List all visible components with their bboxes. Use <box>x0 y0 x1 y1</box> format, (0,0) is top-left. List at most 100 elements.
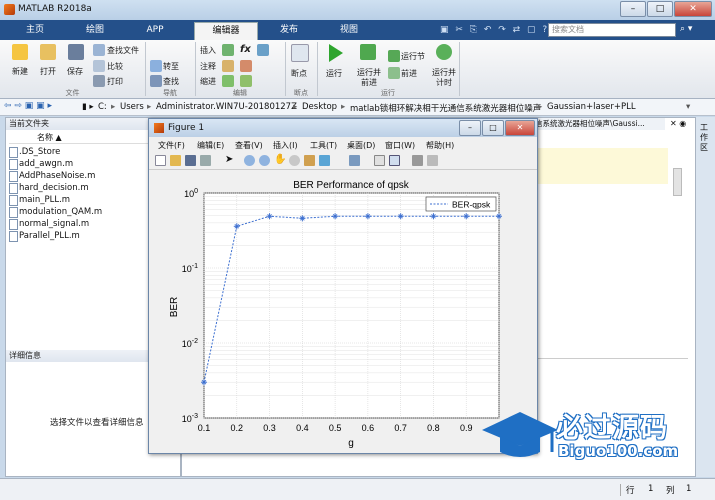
quick-access-icons[interactable]: ▣ ✂ ⎘ ↶ ↷ ⇄ ▢ ? <box>440 25 549 35</box>
search-input[interactable]: 搜索文档 <box>548 23 676 37</box>
editor-tab[interactable]: 信系统激光器相位噪声\Gaussi... <box>535 118 665 130</box>
row-label: 行 <box>626 486 635 496</box>
tab-editor[interactable]: 编辑器 <box>194 22 258 40</box>
breadcrumb-admin[interactable]: Administrator.WIN7U-20180127Z <box>156 102 297 112</box>
y-tick-label: 100 <box>184 188 198 199</box>
open-button[interactable]: 打开 <box>40 66 56 77</box>
data-cursor-icon[interactable] <box>304 155 315 166</box>
wrap-icon <box>257 44 269 56</box>
run-icon <box>329 44 343 62</box>
editor-highlight <box>538 148 668 184</box>
print-figure-icon[interactable] <box>200 155 211 166</box>
colorbar-icon[interactable] <box>374 155 385 166</box>
file-item[interactable]: Parallel_PLL.m <box>19 231 80 241</box>
hide-tools-icon[interactable] <box>412 155 423 166</box>
menu-help[interactable]: 帮助(H) <box>426 140 454 151</box>
watermark-cn: 必过源码 <box>556 413 668 444</box>
zoom-out-icon[interactable] <box>259 155 270 166</box>
file-item[interactable]: main_PLL.m <box>19 195 70 205</box>
file-item[interactable]: hard_decision.m <box>19 183 89 193</box>
run-advance-icon <box>360 44 376 60</box>
address-dropdown-icon[interactable]: ▾ <box>686 102 690 112</box>
tab-apps[interactable]: APP <box>128 22 182 40</box>
breadcrumb-project[interactable]: matlab锁相环解决相干光通信系统激光器相位噪声 <box>350 102 541 114</box>
save-button[interactable]: 保存 <box>67 66 83 77</box>
breadcrumb-current[interactable]: Gaussian+laser+PLL <box>547 102 636 112</box>
comment-button[interactable]: 注释 <box>200 61 216 72</box>
file-item[interactable]: modulation_QAM.m <box>19 207 102 217</box>
file-item[interactable]: normal_signal.m <box>19 219 89 229</box>
menu-file[interactable]: 文件(F) <box>158 140 185 151</box>
file-item[interactable]: .DS_Store <box>19 147 60 157</box>
save-figure-icon[interactable] <box>185 155 196 166</box>
ber-chart[interactable]: BER Performance of qpsk g BER 0.1 0.2 0.3 0… <box>149 171 537 453</box>
brush-icon[interactable] <box>319 155 330 166</box>
watermark-en: Biguo100.com <box>558 442 679 460</box>
workspace-label[interactable]: 工作区 <box>700 123 710 153</box>
menu-tools[interactable]: 工具(T) <box>310 140 337 151</box>
breakpoints-icon <box>291 44 309 62</box>
m-file-icon <box>9 183 18 194</box>
menu-insert[interactable]: 插入(I) <box>273 140 298 151</box>
tab-view[interactable]: 视图 <box>322 22 376 40</box>
menu-desktop[interactable]: 桌面(D) <box>347 140 375 151</box>
close-button[interactable]: ✕ <box>674 1 712 17</box>
minimize-button[interactable]: – <box>620 1 646 17</box>
new-button[interactable]: 新建 <box>12 66 28 77</box>
figure-icon <box>154 123 164 133</box>
run-advance-button[interactable]: 运行并 前进 <box>357 68 381 88</box>
compare-button[interactable]: 比较 <box>107 61 123 72</box>
menu-edit[interactable]: 编辑(E) <box>197 140 224 151</box>
m-file-icon <box>9 195 18 206</box>
workspace-strip[interactable]: 工作区 <box>696 117 715 477</box>
tab-home[interactable]: 主页 <box>8 22 62 40</box>
x-tick-label: 0.5 <box>329 423 342 433</box>
zoom-in-icon[interactable] <box>244 155 255 166</box>
fx-button[interactable]: fx <box>240 44 251 55</box>
indent-button[interactable]: 缩进 <box>200 76 216 87</box>
file-item[interactable]: AddPhaseNoise.m <box>19 171 95 181</box>
file-item[interactable]: add_awgn.m <box>19 159 73 169</box>
maximize-button[interactable]: □ <box>647 1 673 17</box>
tab-plots[interactable]: 绘图 <box>68 22 122 40</box>
nav-arrows-icon[interactable]: ⇦ ⇨ ▣ ▣ ▸ <box>4 101 52 111</box>
close-tab-icon[interactable]: ✕ ◉ <box>670 119 686 128</box>
menu-window[interactable]: 窗口(W) <box>385 140 415 151</box>
legend-icon[interactable] <box>389 155 400 166</box>
show-tools-icon[interactable] <box>427 155 438 166</box>
link-plot-icon[interactable] <box>349 155 360 166</box>
run-section-button[interactable]: 运行节 <box>401 51 425 62</box>
figure-close-button[interactable]: ✕ <box>505 120 535 136</box>
figure-minimize-button[interactable]: – <box>459 120 481 136</box>
figure-maximize-button[interactable]: □ <box>482 120 504 136</box>
run-button[interactable]: 运行 <box>326 68 342 79</box>
search-icon[interactable]: ⌕ ▾ <box>680 24 692 34</box>
editor-scrollbar[interactable] <box>673 168 682 196</box>
figure-menu-bar: 文件(F) 编辑(E) 查看(V) 插入(I) 工具(T) 桌面(D) 窗口(W… <box>149 138 537 152</box>
figure-title-bar[interactable]: Figure 1 – □ ✕ <box>149 119 537 137</box>
tab-publish[interactable]: 发布 <box>262 22 316 40</box>
plot-area[interactable]: BER Performance of qpsk g BER 0.1 0.2 0.3 0… <box>149 171 537 453</box>
menu-view[interactable]: 查看(V) <box>235 140 263 151</box>
pointer-icon[interactable]: ➤ <box>225 155 236 166</box>
y-tick-label: 10-1 <box>182 263 198 274</box>
advance-button[interactable]: 前进 <box>401 68 417 79</box>
breadcrumb-users[interactable]: Users <box>120 102 144 112</box>
run-time-button[interactable]: 运行并 计时 <box>432 68 456 88</box>
title-bar: MATLAB R2018a – □ ✕ <box>0 0 715 20</box>
open-file-icon[interactable] <box>170 155 181 166</box>
rotate-icon[interactable] <box>289 155 300 166</box>
goto-button[interactable]: 转至 <box>163 61 179 72</box>
breadcrumb-desktop[interactable]: Desktop <box>302 102 337 112</box>
pan-hand-icon[interactable]: ✋ <box>274 155 286 166</box>
x-tick-label: 0.1 <box>198 423 211 433</box>
find-button[interactable]: 查找 <box>163 76 179 87</box>
window-title: MATLAB R2018a <box>18 4 92 14</box>
find-files-button[interactable]: 查找文件 <box>107 45 139 56</box>
print-button[interactable]: 打印 <box>107 76 123 87</box>
new-figure-icon[interactable] <box>155 155 166 166</box>
address-bar[interactable]: ⇦ ⇨ ▣ ▣ ▸ ▮ ▸ C: ▸ Users ▸ Administrator… <box>0 99 715 116</box>
breadcrumb-drive[interactable]: C: <box>98 102 107 112</box>
breakpoints-button[interactable]: 断点 <box>291 68 307 79</box>
insert-button[interactable]: 插入 <box>200 45 216 56</box>
